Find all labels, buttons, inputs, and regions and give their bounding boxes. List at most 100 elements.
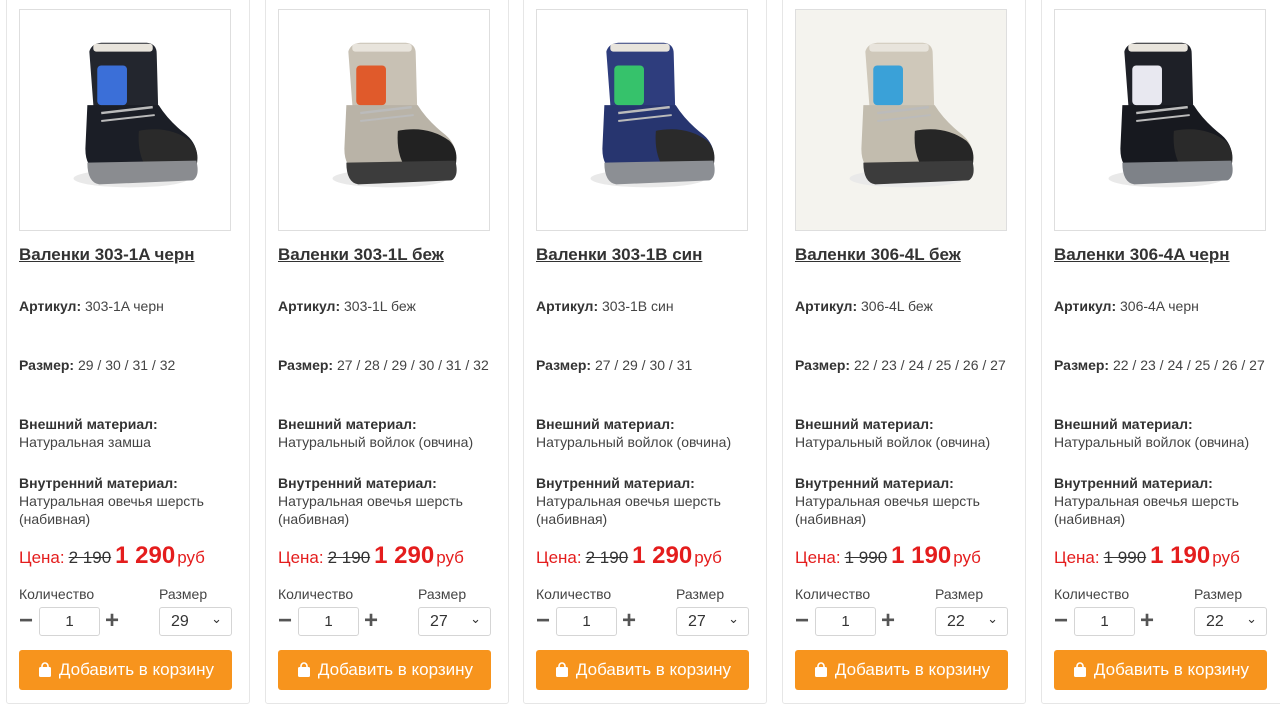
add-to-cart-button[interactable]: Добавить в корзину [536, 650, 749, 690]
shopping-bag-icon [38, 662, 51, 677]
price-label: Цена: [278, 548, 324, 567]
product-title[interactable]: Валенки 303-1L беж [278, 245, 444, 265]
add-to-cart-label: Добавить в корзину [834, 660, 991, 679]
inner-material-value: Натуральная овечья шерсть (набивная) [795, 493, 980, 527]
size-label: Размер: [536, 357, 592, 373]
price-label: Цена: [795, 548, 841, 567]
outer-material-value: Натуральная замша [19, 434, 151, 450]
sizes-value: 27 / 29 / 30 / 31 [594, 357, 693, 373]
inner-material-label: Внутренний материал: [536, 475, 695, 491]
price-label: Цена: [536, 548, 582, 567]
inner-material-value: Натуральная овечья шерсть (набивная) [278, 493, 463, 527]
price-row: Цена: 1 990 1 190 руб [1054, 542, 1240, 570]
new-price: 1 290 [632, 542, 693, 569]
boot-illustration [796, 10, 1006, 230]
price-row: Цена: 2 190 1 290 руб [536, 542, 722, 570]
decrease-quantity-button[interactable]: − [795, 609, 809, 633]
increase-quantity-button[interactable]: + [622, 609, 636, 633]
increase-quantity-button[interactable]: + [105, 609, 119, 633]
sizes-value: 29 / 30 / 31 / 32 [77, 357, 176, 373]
size-select-value: 22 [1206, 613, 1224, 630]
product-image[interactable] [536, 9, 748, 231]
decrease-quantity-button[interactable]: − [19, 609, 33, 633]
boot-illustration [279, 10, 489, 230]
shopping-bag-icon [814, 662, 827, 677]
decrease-quantity-button[interactable]: − [278, 609, 292, 633]
price-label: Цена: [1054, 548, 1100, 567]
shopping-bag-icon [1073, 662, 1086, 677]
product-card: Валенки 306-4A черн Артикул: 306-4A черн… [1041, 0, 1280, 704]
product-article: Артикул: 303-1L беж [278, 297, 492, 315]
product-title[interactable]: Валенки 303-1B син [536, 245, 702, 265]
price-label: Цена: [19, 548, 65, 567]
currency-label: руб [1212, 548, 1240, 567]
article-label: Артикул: [1054, 298, 1117, 314]
inner-material-value: Натуральная овечья шерсть (набивная) [536, 493, 721, 527]
product-image[interactable] [19, 9, 231, 231]
size-select[interactable]: 27 ⌄ [676, 607, 749, 636]
outer-material: Внешний материал: Натуральный войлок (овч… [1054, 415, 1268, 451]
size-select[interactable]: 22 ⌄ [1194, 607, 1267, 636]
size-label: Размер: [19, 357, 75, 373]
inner-material: Внутренний материал: Натуральная овечья ш… [278, 474, 492, 528]
size-select-label: Размер [676, 586, 725, 602]
shopping-bag-icon [297, 662, 310, 677]
increase-quantity-button[interactable]: + [881, 609, 895, 633]
product-sizes: Размер: 22 / 23 / 24 / 25 / 26 / 27 [795, 356, 1009, 374]
product-card: Валенки 306-4L беж Артикул: 306-4L беж Р… [782, 0, 1026, 704]
increase-quantity-button[interactable]: + [1140, 609, 1154, 633]
outer-material: Внешний материал: Натуральный войлок (овч… [795, 415, 1009, 451]
size-select[interactable]: 22 ⌄ [935, 607, 1008, 636]
outer-material-label: Внешний материал: [278, 416, 417, 432]
quantity-input[interactable] [39, 607, 100, 636]
decrease-quantity-button[interactable]: − [536, 609, 550, 633]
old-price: 2 190 [68, 548, 112, 567]
decrease-quantity-button[interactable]: − [1054, 609, 1068, 633]
inner-material-label: Внутренний материал: [278, 475, 437, 491]
currency-label: руб [177, 548, 205, 567]
product-sizes: Размер: 27 / 28 / 29 / 30 / 31 / 32 [278, 356, 492, 374]
new-price: 1 190 [1150, 542, 1211, 569]
quantity-input[interactable] [556, 607, 617, 636]
article-value: 303-1L беж [344, 298, 416, 314]
quantity-input[interactable] [815, 607, 876, 636]
add-to-cart-button[interactable]: Добавить в корзину [278, 650, 491, 690]
product-title[interactable]: Валенки 306-4L беж [795, 245, 961, 265]
new-price: 1 290 [374, 542, 435, 569]
product-grid: Валенки 303-1A черн Артикул: 303-1A черн… [0, 0, 1280, 723]
add-to-cart-label: Добавить в корзину [317, 660, 474, 679]
article-value: 303-1A черн [85, 298, 164, 314]
boot-illustration [537, 10, 747, 230]
old-price: 1 990 [1103, 548, 1147, 567]
chevron-down-icon: ⌄ [211, 611, 222, 626]
product-card: Валенки 303-1A черн Артикул: 303-1A черн… [6, 0, 250, 704]
product-card: Валенки 303-1L беж Артикул: 303-1L беж Р… [265, 0, 509, 704]
outer-material: Внешний материал: Натуральный войлок (овч… [536, 415, 750, 451]
size-select[interactable]: 27 ⌄ [418, 607, 491, 636]
product-title[interactable]: Валенки 303-1A черн [19, 245, 195, 265]
size-select-label: Размер [418, 586, 467, 602]
article-value: 303-1B син [602, 298, 674, 314]
currency-label: руб [694, 548, 722, 567]
size-select[interactable]: 29 ⌄ [159, 607, 232, 636]
increase-quantity-button[interactable]: + [364, 609, 378, 633]
add-to-cart-button[interactable]: Добавить в корзину [19, 650, 232, 690]
product-title[interactable]: Валенки 306-4A черн [1054, 245, 1230, 265]
add-to-cart-button[interactable]: Добавить в корзину [795, 650, 1008, 690]
old-price: 1 990 [844, 548, 888, 567]
quantity-input[interactable] [298, 607, 359, 636]
add-to-cart-button[interactable]: Добавить в корзину [1054, 650, 1267, 690]
product-image[interactable] [1054, 9, 1266, 231]
chevron-down-icon: ⌄ [728, 611, 739, 626]
inner-material-value: Натуральная овечья шерсть (набивная) [19, 493, 204, 527]
size-label: Размер: [1054, 357, 1110, 373]
article-value: 306-4A черн [1120, 298, 1199, 314]
article-label: Артикул: [536, 298, 599, 314]
size-select-value: 22 [947, 613, 965, 630]
sizes-value: 22 / 23 / 24 / 25 / 26 / 27 [1112, 357, 1265, 373]
product-image[interactable] [278, 9, 490, 231]
product-image[interactable] [795, 9, 1007, 231]
quantity-input[interactable] [1074, 607, 1135, 636]
product-article: Артикул: 303-1A черн [19, 297, 233, 315]
old-price: 2 190 [327, 548, 371, 567]
